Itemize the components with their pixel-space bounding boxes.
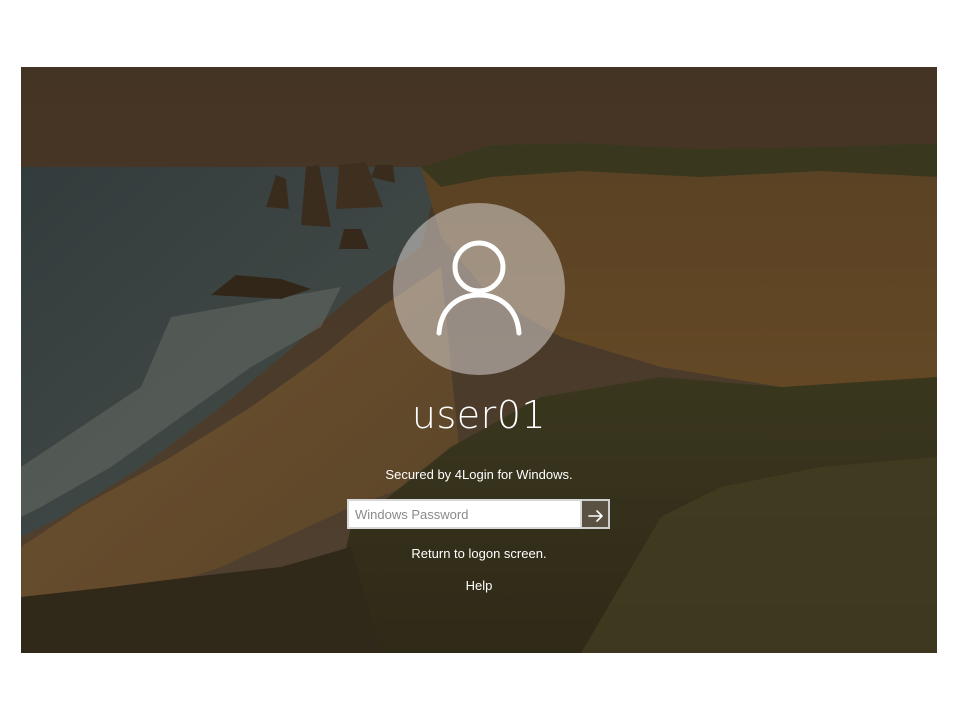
password-input[interactable] bbox=[347, 499, 582, 529]
lock-screen: user01 Secured by 4Login for Windows. Re… bbox=[21, 67, 937, 653]
arrow-right-icon bbox=[588, 510, 603, 522]
submit-button[interactable] bbox=[582, 499, 610, 529]
user-avatar bbox=[393, 203, 565, 375]
help-row: Help bbox=[21, 578, 937, 593]
secured-by-text: Secured by 4Login for Windows. bbox=[385, 467, 573, 482]
return-to-logon-link[interactable]: Return to logon screen. bbox=[411, 546, 546, 561]
login-panel: user01 Secured by 4Login for Windows. Re… bbox=[21, 67, 937, 653]
password-row bbox=[347, 499, 610, 529]
help-link[interactable]: Help bbox=[466, 578, 493, 593]
return-to-logon-row: Return to logon screen. bbox=[21, 546, 937, 561]
username-label: user01 bbox=[411, 393, 547, 437]
user-icon bbox=[436, 240, 522, 336]
